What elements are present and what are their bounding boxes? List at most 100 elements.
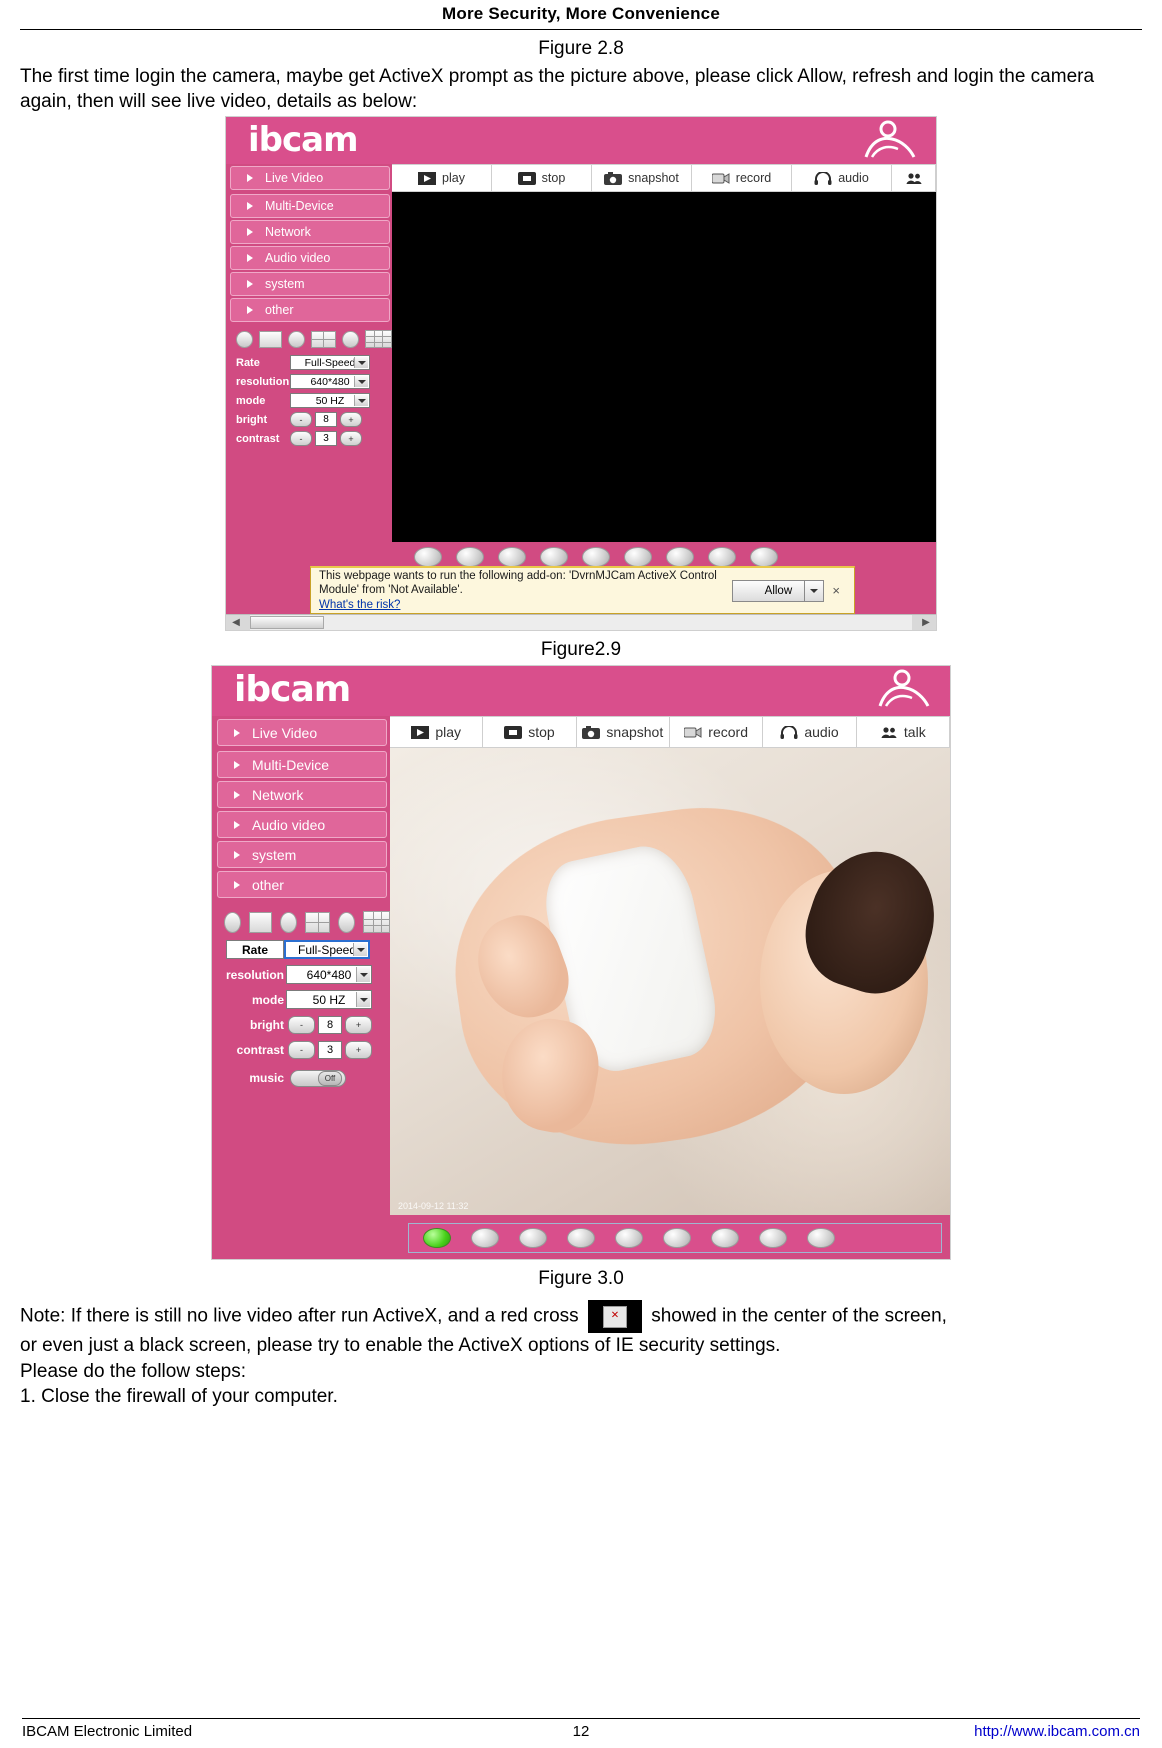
led-indicator[interactable] — [711, 1228, 739, 1249]
toolbar-button-label: audio — [804, 724, 839, 741]
quad-circle-button[interactable] — [288, 330, 305, 348]
scroll-right-arrow-icon[interactable]: ▶ — [916, 615, 936, 630]
rate-select[interactable]: Full-Speed — [290, 355, 370, 371]
sidebar-item-multi-device[interactable]: Multi-Device — [217, 751, 387, 779]
toolbar-button-record[interactable]: record — [692, 164, 792, 193]
toolbar-button-audio[interactable]: audio — [763, 716, 857, 749]
toolbar-button-stop[interactable]: stop — [483, 716, 577, 749]
scrollbar-thumb[interactable] — [250, 616, 324, 630]
nine-split-view-button[interactable] — [363, 911, 391, 934]
toolbar-button-snapshot[interactable]: snapshot — [576, 716, 670, 749]
sidebar-item-other[interactable]: other — [217, 871, 387, 899]
sidebar-item-system[interactable]: system — [230, 272, 390, 297]
triangle-icon — [247, 202, 253, 211]
triangle-icon — [247, 174, 253, 183]
led-indicator[interactable] — [582, 547, 610, 568]
wide-view-button[interactable] — [258, 330, 283, 348]
led-indicator[interactable] — [519, 1228, 547, 1249]
sidebar-item-system[interactable]: system — [217, 841, 387, 869]
sidebar-item-live-video[interactable]: Live Video — [217, 719, 387, 747]
sidebar-item-audio-video[interactable]: Audio video — [230, 246, 390, 271]
contrast-minus-button[interactable]: - — [288, 1040, 315, 1059]
camera-sidebar: Multi-Device Network Audio video system … — [226, 192, 392, 572]
scroll-left-arrow-icon[interactable]: ◀ — [226, 615, 246, 630]
sidebar-item-multi-device[interactable]: Multi-Device — [230, 194, 390, 219]
triangle-icon — [234, 850, 240, 859]
triangle-icon — [234, 760, 240, 769]
led-indicator[interactable] — [414, 547, 442, 568]
allow-button[interactable]: Allow — [732, 579, 825, 602]
contrast-minus-button[interactable]: - — [290, 431, 312, 447]
camera-toolbar-row: Live Video play stop snapshot record aud… — [226, 164, 936, 193]
single-view-button[interactable] — [236, 330, 253, 348]
headphone-icon — [780, 725, 798, 739]
led-indicator[interactable] — [750, 547, 778, 568]
led-indicator[interactable] — [624, 547, 652, 568]
contrast-plus-button[interactable]: + — [345, 1040, 372, 1059]
sidebar-item-live-video[interactable]: Live Video — [230, 166, 390, 191]
bright-minus-button[interactable]: - — [288, 1015, 315, 1034]
toolbar-button-stop[interactable]: stop — [492, 164, 592, 193]
led-indicator[interactable] — [471, 1228, 499, 1249]
setting-row-rate: Rate Full-Speed — [236, 354, 392, 371]
sidebar-item-label: Network — [265, 225, 311, 240]
toolbar-button-label: audio — [838, 171, 869, 186]
mode-select[interactable]: 50 HZ — [290, 393, 370, 409]
ibcam-logo: ibcam — [234, 669, 351, 711]
led-indicator[interactable] — [666, 547, 694, 568]
camera-sidebar: Multi-Device Network Audio video system … — [212, 748, 391, 1215]
activex-message-line1: This webpage wants to run the following … — [319, 570, 717, 583]
led-indicator[interactable] — [759, 1228, 787, 1249]
toolbar-button-label: record — [708, 724, 748, 741]
toolbar-button-play[interactable]: play — [390, 716, 484, 749]
resolution-select[interactable]: 640*480 — [286, 965, 372, 985]
nine-split-view-button[interactable] — [364, 330, 392, 349]
toolbar-button-record[interactable]: record — [669, 716, 764, 749]
music-toggle[interactable]: Off — [290, 1069, 346, 1087]
sidebar-item-other[interactable]: other — [230, 298, 390, 323]
layout-buttons-strip — [226, 324, 392, 352]
sidebar-item-audio-video[interactable]: Audio video — [217, 811, 387, 839]
nine-circle-button[interactable] — [338, 911, 356, 933]
single-view-button[interactable] — [224, 911, 242, 933]
led-indicator[interactable] — [498, 547, 526, 568]
sidebar-item-label: system — [252, 846, 297, 863]
mode-select[interactable]: 50 HZ — [286, 990, 372, 1010]
led-indicator[interactable] — [615, 1228, 643, 1249]
toolbar-button-snapshot[interactable]: snapshot — [592, 164, 692, 193]
horizontal-scrollbar[interactable]: ◀ ▶ — [226, 614, 936, 631]
led-indicator[interactable] — [456, 547, 484, 568]
close-icon[interactable]: × — [832, 583, 840, 598]
led-indicator[interactable] — [708, 547, 736, 568]
scrollbar-track[interactable] — [250, 615, 912, 631]
stop-icon — [504, 725, 523, 739]
toolbar-button-label: stop — [541, 171, 566, 186]
resolution-select[interactable]: 640*480 — [290, 374, 370, 390]
led-indicator[interactable] — [663, 1228, 691, 1249]
bright-plus-button[interactable]: + — [340, 412, 362, 428]
led-indicator[interactable] — [540, 547, 568, 568]
setting-row-music: music Off — [226, 1066, 390, 1090]
quad-circle-button[interactable] — [280, 911, 298, 933]
rate-select[interactable]: Full-Speed — [284, 940, 370, 960]
whats-the-risk-link[interactable]: What's the risk? — [319, 598, 732, 612]
wide-view-button[interactable] — [249, 911, 273, 933]
toolbar-button-play[interactable]: play — [392, 164, 492, 193]
contrast-plus-button[interactable]: + — [340, 431, 362, 447]
toolbar-button-talk[interactable] — [892, 164, 936, 193]
led-indicator-active[interactable] — [423, 1228, 451, 1249]
chevron-down-icon[interactable] — [804, 580, 823, 601]
bright-minus-button[interactable]: - — [290, 412, 312, 428]
four-split-view-button[interactable] — [310, 330, 337, 348]
led-indicator[interactable] — [807, 1228, 835, 1249]
four-split-view-button[interactable] — [305, 911, 331, 933]
headphone-icon — [814, 171, 832, 185]
nine-circle-button[interactable] — [342, 330, 359, 348]
led-indicator[interactable] — [567, 1228, 595, 1249]
bright-plus-button[interactable]: + — [345, 1015, 372, 1034]
toolbar-button-audio[interactable]: audio — [792, 164, 892, 193]
sidebar-item-network[interactable]: Network — [217, 781, 387, 809]
toolbar-button-talk[interactable]: talk — [856, 716, 950, 749]
video-area-wrapper: 2014-09-12 11:32 — [390, 748, 950, 1216]
sidebar-item-network[interactable]: Network — [230, 220, 390, 245]
